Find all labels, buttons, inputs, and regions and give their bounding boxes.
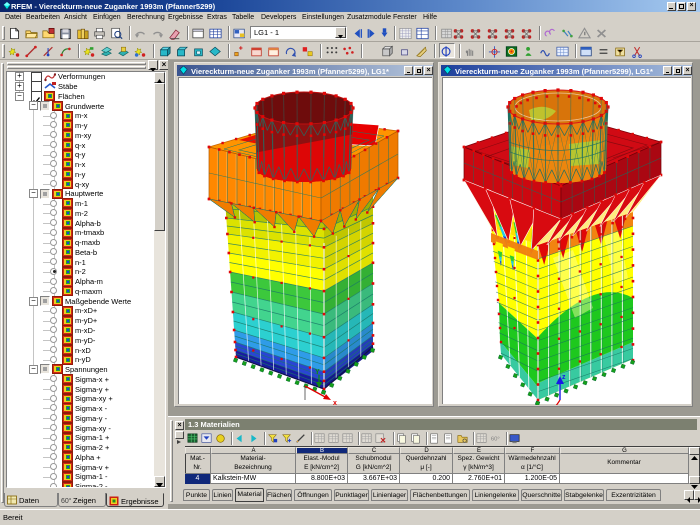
- svg-text:60°: 60°: [61, 497, 71, 505]
- svg-text:60°: 60°: [491, 437, 500, 443]
- svg-text:x: x: [333, 400, 337, 405]
- svg-text:z: z: [562, 374, 566, 381]
- svg-text:Y: Y: [315, 369, 320, 376]
